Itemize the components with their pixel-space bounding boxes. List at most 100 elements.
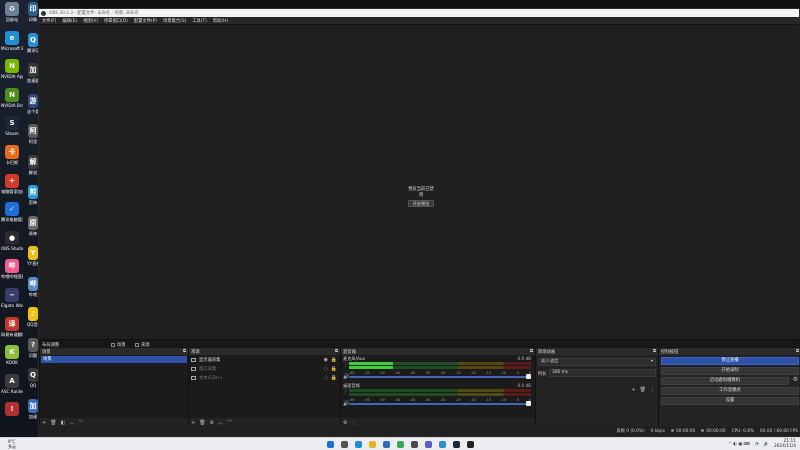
menu-item[interactable]: 停靠窗口(D) (101, 18, 131, 24)
network-icon[interactable]: ◔ (755, 442, 759, 447)
teams-icon[interactable] (425, 441, 432, 448)
desktop-icon[interactable]: ! (1, 402, 23, 417)
menu-item[interactable]: 场景集合(S) (160, 18, 189, 24)
desktop-icon[interactable]: ✈电脑管家加速 (1, 173, 23, 194)
studio-mode-button[interactable]: 工作室模式 (661, 387, 799, 395)
app-icon: 加 (28, 398, 38, 413)
start-icon[interactable] (327, 441, 334, 448)
sources-dock: 来源 ⧉ 显示器采集 ◉ 🔒 窗口采集 ◌ 🔒 文本(GDI+) ◌ 🔒 + 🗑 ⚙ ︿ ﹀ (188, 348, 340, 427)
store-icon[interactable] (383, 441, 390, 448)
desktop-icon-label: 电脑管家加速 (1, 188, 23, 194)
track-options-icon[interactable]: ⋮ (343, 362, 348, 368)
dock-float-icon[interactable]: ⧉ (796, 349, 799, 354)
more-options-icon[interactable]: ⋮ (650, 387, 655, 393)
visibility-eye-icon[interactable]: ◌ (324, 366, 328, 372)
source-item[interactable]: 窗口采集 ◌ 🔒 (189, 364, 340, 373)
volume-icon[interactable]: 🔊 (764, 442, 769, 447)
tray-icons[interactable]: ⌃ ◐ ▣ ⌨ (728, 442, 750, 447)
desktop-icon[interactable]: 卡卡巴斯 (1, 145, 23, 165)
menu-item[interactable]: 文件(F) (39, 18, 59, 24)
add-scene-icon[interactable]: + (42, 420, 46, 426)
lock-icon[interactable]: 🔒 (331, 366, 337, 372)
explorer-icon[interactable] (369, 441, 376, 448)
meter-tick-label: -40 (409, 371, 416, 375)
edge-icon[interactable] (355, 441, 362, 448)
lock-icon[interactable]: 🔒 (331, 375, 337, 381)
weather-widget[interactable]: 9°C 多云 (8, 439, 16, 449)
remove-source-icon[interactable]: 🗑 (199, 420, 205, 426)
advanced-audio-icon[interactable]: ⚙ (343, 420, 347, 426)
volume-slider[interactable] (349, 401, 531, 406)
desktop-icon[interactable]: S Steam (1, 116, 23, 136)
obs-icon[interactable] (467, 441, 474, 448)
source-properties-icon[interactable]: ⚙ (210, 420, 214, 426)
qq-icon[interactable] (439, 441, 446, 448)
start-recording-button[interactable]: 开始录制 (661, 367, 799, 375)
app-icon[interactable] (411, 441, 418, 448)
add-source-icon[interactable]: + (191, 420, 195, 426)
desktop-icon[interactable]: N NVIDIA App (1, 59, 23, 79)
lock-icon[interactable]: 🔒 (331, 357, 337, 363)
move-down-icon[interactable]: ﹀ (227, 419, 232, 426)
audio-mixer-dock: 混音器 ⧉ 麦克风/Aux 0.0 dB ⋮ -60 -55 -50 -45 -40 -35 -30… (340, 348, 535, 427)
filter-icon[interactable]: ◧ (61, 420, 66, 426)
remove-scene-icon[interactable]: 🗑 (50, 420, 56, 426)
desktop-icon[interactable]: ♻ 回收站 (1, 2, 23, 22)
slider-handle[interactable] (526, 401, 531, 406)
menu-item[interactable]: 视图(V) (80, 18, 101, 24)
transition-select[interactable]: 淡入淡出 ▾ (538, 358, 656, 366)
visibility-eye-icon[interactable]: ◉ (324, 357, 328, 363)
meter-tick-label: -10 (500, 398, 507, 402)
desktop-icon[interactable]: ● OBS Studio (1, 230, 23, 251)
clock[interactable]: 21:11 2024/11/4 (774, 439, 796, 449)
move-up-icon[interactable]: ︿ (69, 419, 74, 426)
desktop-icon[interactable]: ✓腾讯电脑管家 (1, 202, 23, 222)
desktop-icon[interactable]: ~Elgato Wave Link (1, 288, 23, 308)
desktop-icon[interactable]: 译网易有道翻译 (1, 316, 23, 337)
stop-streaming-button[interactable]: 停止直播 (661, 357, 799, 365)
source-item[interactable]: 显示器采集 ◉ 🔒 (189, 355, 340, 364)
virtual-camera-settings-icon[interactable]: ⚙ (793, 376, 798, 383)
audio-mixer-dock-title: 混音器 (343, 349, 356, 355)
system-tray: ⌃ ◐ ▣ ⌨ ◔ 🔊 21:11 2024/11/4 (728, 439, 796, 449)
enable-preview-button[interactable]: 开启预览 (408, 200, 434, 207)
steam-icon[interactable] (453, 441, 460, 448)
start-virtual-camera-button[interactable]: 启动虚拟摄像机 (661, 377, 789, 385)
rec-time: 00:00:00 (706, 428, 726, 434)
dock-float-icon[interactable]: ⧉ (530, 349, 533, 354)
app-icon: Q (28, 32, 38, 47)
move-up-icon[interactable]: ︿ (218, 419, 223, 426)
menu-item[interactable]: 工具(T) (189, 18, 210, 24)
desktop-icon[interactable]: NNVIDIA Broadcast (1, 87, 23, 108)
move-down-icon[interactable]: ﹀ (78, 419, 83, 426)
desktop-icon[interactable]: 哔哔哩哔哩直播姬 (1, 259, 23, 279)
meter-tick-label: -40 (409, 398, 416, 402)
scene-item[interactable]: 场景 (41, 356, 187, 363)
settings-button[interactable]: 设置 (661, 397, 799, 405)
duration-input[interactable]: 300 ms (549, 369, 656, 377)
menu-item[interactable]: 配置文件(P) (131, 18, 160, 24)
dock-float-icon[interactable]: ⧉ (653, 349, 656, 354)
source-item[interactable]: 文本(GDI+) ◌ 🔒 (189, 373, 340, 382)
dock-float-icon[interactable]: ⧉ (183, 349, 186, 354)
track-options-icon[interactable]: ⋮ (343, 389, 348, 395)
volume-slider[interactable] (349, 374, 531, 379)
dock-float-icon[interactable]: ⧉ (335, 349, 338, 354)
desktop-icon[interactable]: eMicrosoft Edge (1, 30, 23, 51)
slider-handle[interactable] (526, 374, 531, 379)
remove-transition-icon[interactable]: 🗑 (640, 387, 646, 393)
visibility-eye-icon[interactable]: ◌ (324, 375, 328, 381)
menu-item[interactable]: 帮助(H) (210, 18, 231, 24)
meter-tick-label: -15 (485, 398, 491, 402)
search-icon[interactable] (341, 441, 348, 448)
chrome-icon[interactable] (397, 441, 404, 448)
stream-time-group: 00:00:00 (670, 428, 695, 434)
meter-tick-label: -10 (500, 371, 507, 375)
add-transition-icon[interactable]: + (631, 387, 635, 393)
menu-item[interactable]: 编辑(E) (59, 18, 80, 24)
desktop-icon[interactable]: K KOOK (1, 345, 23, 365)
more-options-icon[interactable]: ⋮ (351, 420, 356, 426)
controls-dock-title: 控制按钮 (661, 349, 679, 355)
desktop-icon[interactable]: AASC Raiders (1, 373, 23, 394)
meter-ticks: -60 -55 -50 -45 -40 -35 -30 -25 -20 -15 -10 -5 0 (349, 371, 531, 375)
